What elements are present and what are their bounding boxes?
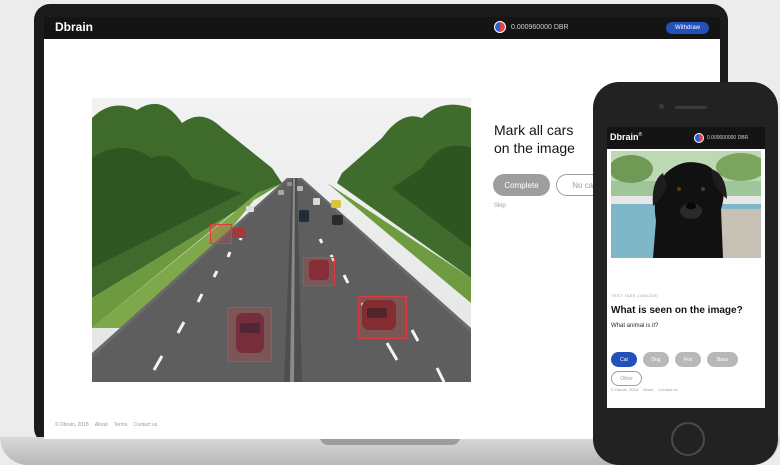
car-bounding-box[interactable] [358, 296, 407, 339]
car-bounding-box[interactable] [303, 257, 335, 286]
phone-logo-text: Dbrain [610, 132, 639, 142]
dog-picture [611, 151, 761, 258]
answer-cat[interactable]: Cat [611, 352, 637, 367]
avatar[interactable] [694, 133, 704, 143]
footer-link-terms[interactable]: Terms [114, 422, 128, 428]
phone-question: What is seen on the image? [611, 305, 743, 316]
footer: © Dbrain, 2018 About Terms Contact us [55, 422, 157, 428]
home-button[interactable] [671, 422, 705, 456]
phone-app-logo[interactable]: Dbrain® [610, 132, 642, 142]
task-title: Mark all cars on the image [494, 121, 575, 157]
task-counter: TEST TASK (158/220) [611, 293, 659, 298]
balance-value: 0.000960000 DBR [511, 23, 569, 31]
answer-dog[interactable]: Dog [643, 352, 669, 367]
app-logo[interactable]: Dbrain [55, 20, 93, 34]
skip-link[interactable]: Skip [494, 203, 506, 209]
footer-link-about[interactable]: About [95, 422, 108, 428]
balance-display: 0.000960000 DBR [494, 21, 569, 33]
dog-image[interactable] [611, 151, 761, 258]
phone-frame: Dbrain® 0.000000000 DBR TEST TASK (158/2… [593, 82, 778, 465]
phone-footer-link-contact[interactable]: Contact us [658, 387, 677, 392]
avatar[interactable] [494, 21, 506, 33]
footer-link-contact[interactable]: Contact us [133, 422, 157, 428]
phone-balance-display: 0.000000000 DBR [694, 133, 748, 143]
top-bar: Dbrain 0.000960000 DBR Withdraw [44, 17, 720, 39]
phone-top-bar: Dbrain® 0.000000000 DBR [607, 127, 765, 149]
speaker-icon [675, 106, 707, 109]
phone-footer: © Dbrain, 2018 About Contact us [611, 387, 678, 392]
phone-logo-mark: ® [638, 132, 643, 138]
answer-bass[interactable]: Bass [707, 352, 738, 367]
camera-icon [659, 104, 664, 109]
task-title-line: on the image [494, 140, 575, 156]
complete-button[interactable]: Complete [493, 174, 550, 196]
phone-footer-link-about[interactable]: About [643, 387, 653, 392]
answer-other[interactable]: Other [611, 371, 642, 386]
highway-scene [92, 98, 471, 382]
task-image[interactable] [92, 98, 471, 382]
footer-copyright: © Dbrain, 2018 [55, 422, 89, 428]
phone-footer-copyright: © Dbrain, 2018 [611, 387, 638, 392]
withdraw-button[interactable]: Withdraw [666, 22, 709, 34]
answer-fox[interactable]: Fox [675, 352, 701, 367]
phone-balance-value: 0.000000000 DBR [707, 135, 749, 141]
car-bounding-box[interactable] [210, 224, 232, 244]
car-bounding-box[interactable] [227, 307, 272, 362]
phone-subquestion: What animal is it? [611, 323, 659, 329]
phone-screen: Dbrain® 0.000000000 DBR TEST TASK (158/2… [607, 127, 765, 408]
task-title-line: Mark all cars [494, 122, 574, 138]
